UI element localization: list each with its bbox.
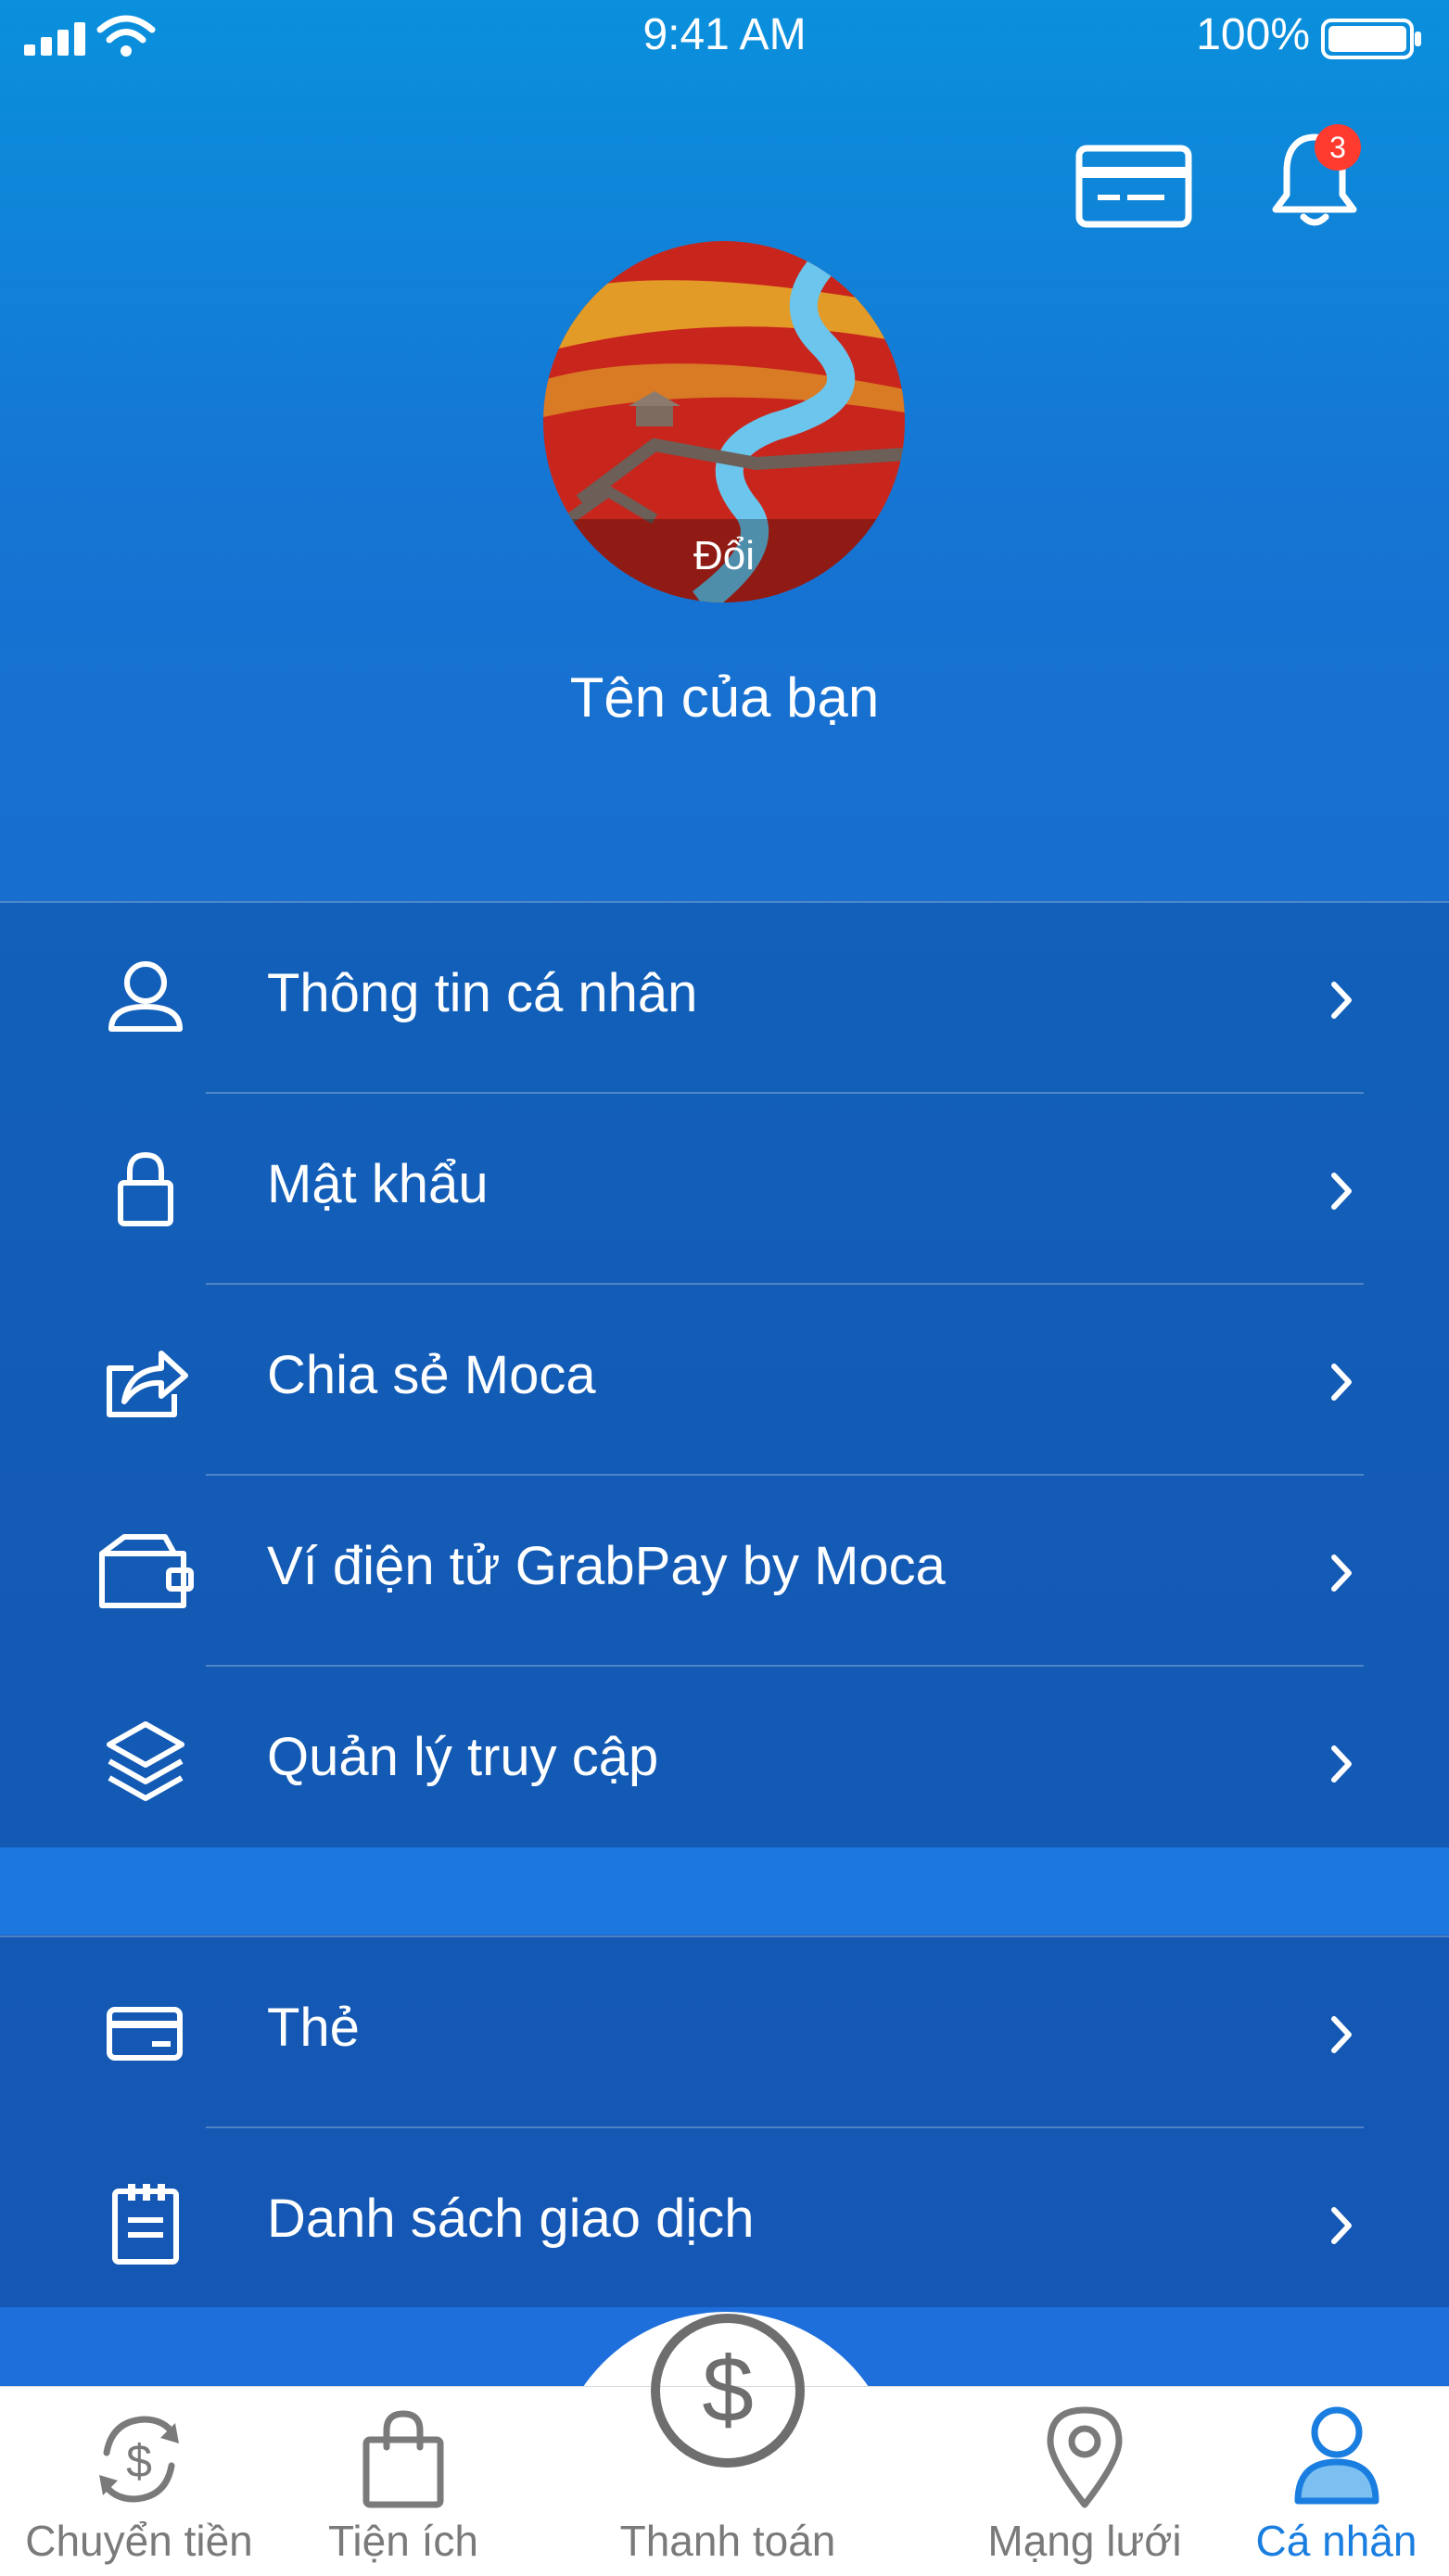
tab-label: Tiện ích <box>328 2517 478 2565</box>
chevron-right-icon <box>1331 1364 1352 1401</box>
section-spacer <box>0 1847 1449 1935</box>
menu-item-label: Chia sẻ Moca <box>267 1345 596 1405</box>
tab-label: Mạng lưới <box>987 2517 1182 2565</box>
wallet-icon <box>99 1534 194 1608</box>
chevron-right-icon <box>1331 1745 1352 1783</box>
chevron-right-icon <box>1331 982 1352 1019</box>
tab-transfer[interactable]: $ Chuyển tiền <box>0 2386 278 2576</box>
menu-item-grabpay-wallet[interactable]: Ví điện tử GrabPay by Moca <box>0 1476 1449 1667</box>
card-icon <box>107 2007 183 2061</box>
tab-utilities[interactable]: Tiện ích <box>278 2386 528 2576</box>
svg-text:$: $ <box>702 2338 754 2442</box>
lock-icon <box>118 1151 173 1226</box>
profile-screen: 9:41 AM 100% 3 Đổi Tên của bạn Thông tin… <box>0 0 1449 2576</box>
menu-item-transaction-list[interactable]: Danh sách giao dịch <box>0 2128 1449 2319</box>
tab-label: Thanh toán <box>619 2517 836 2565</box>
profile-avatar[interactable]: Đổi <box>543 241 905 603</box>
transfer-icon: $ <box>99 2416 179 2503</box>
menu-item-share-moca[interactable]: Chia sẻ Moca <box>0 1285 1449 1476</box>
tab-label: Cá nhân <box>1255 2517 1417 2565</box>
account-menu-group: Thông tin cá nhân Mật khẩu Chia sẻ Moca <box>0 901 1449 1848</box>
chevron-right-icon <box>1331 2207 1352 2244</box>
tab-payment[interactable]: $ Thanh toán <box>575 2312 881 2576</box>
menu-item-label: Ví điện tử GrabPay by Moca <box>267 1536 946 1596</box>
menu-item-personal-info[interactable]: Thông tin cá nhân <box>0 903 1449 1094</box>
user-icon <box>108 961 183 1032</box>
change-avatar-label[interactable]: Đổi <box>543 519 905 603</box>
profile-icon <box>1294 2406 1379 2505</box>
tab-network[interactable]: Mạng lưới <box>946 2386 1224 2576</box>
chevron-right-icon <box>1331 2016 1352 2053</box>
chevron-right-icon <box>1331 1554 1352 1592</box>
menu-item-password[interactable]: Mật khẩu <box>0 1094 1449 1285</box>
svg-text:$: $ <box>126 2435 152 2487</box>
notification-badge: 3 <box>1315 124 1361 171</box>
status-bar: 9:41 AM 100% <box>0 0 1449 76</box>
menu-item-cards[interactable]: Thẻ <box>0 1937 1449 2128</box>
menu-item-label: Danh sách giao dịch <box>267 2189 755 2249</box>
menu-item-label: Mật khẩu <box>267 1154 489 1214</box>
menu-item-label: Thẻ <box>267 1998 360 2058</box>
battery-percentage: 100% <box>1196 10 1310 59</box>
menu-item-label: Quản lý truy cập <box>267 1727 659 1787</box>
battery-icon <box>1321 19 1421 59</box>
shopping-bag-icon <box>362 2410 444 2508</box>
tab-profile[interactable]: Cá nhân <box>1224 2386 1449 2576</box>
menu-item-label: Thông tin cá nhân <box>267 963 698 1023</box>
location-pin-icon <box>1047 2406 1123 2508</box>
clipboard-icon <box>112 2184 179 2265</box>
tab-label: Chuyển tiền <box>25 2517 253 2565</box>
menu-item-access-management[interactable]: Quản lý truy cập <box>0 1667 1449 1858</box>
dollar-icon: $ <box>651 2314 805 2468</box>
card-icon-button[interactable] <box>1075 145 1192 228</box>
transactions-menu-group: Thẻ Danh sách giao dịch <box>0 1935 1449 2308</box>
chevron-right-icon <box>1331 1173 1352 1210</box>
layers-icon <box>107 1721 184 1801</box>
profile-name: Tên của bạn <box>569 666 880 729</box>
share-icon <box>107 1351 188 1417</box>
